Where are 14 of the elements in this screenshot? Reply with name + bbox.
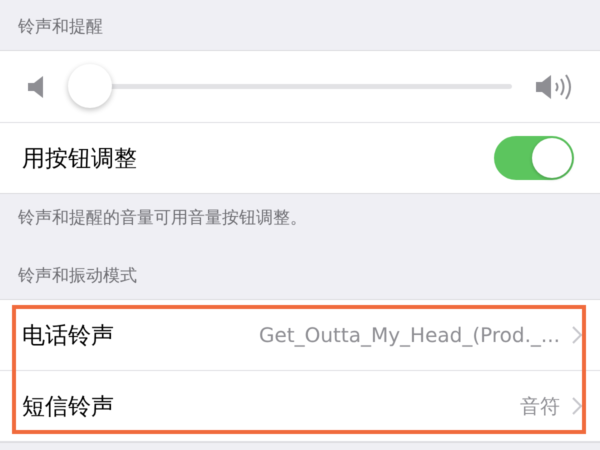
- chevron-icon: [572, 326, 582, 344]
- speaker-low-icon: [28, 76, 44, 98]
- section-header: 铃声和振动模式: [17, 265, 138, 288]
- list-item[interactable]: 电话铃声 Get_Outta_My_Head_(Prod._...: [0, 300, 600, 371]
- setting-label: 用按钮调整: [22, 144, 137, 174]
- chevron-icon: [572, 397, 582, 415]
- list-item[interactable]: 短信铃声 音符: [0, 371, 600, 442]
- toggle-switch[interactable]: [494, 136, 574, 180]
- item-value: Get_Outta_My_Head_(Prod._...: [258, 323, 560, 347]
- item-value: 音符: [519, 392, 560, 420]
- section-header: 铃声和提醒: [17, 16, 104, 39]
- section-footer: 铃声和提醒的音量可用音量按钮调整。: [0, 194, 600, 240]
- slider-thumb[interactable]: [68, 64, 112, 108]
- speaker-loud-icon: [536, 72, 574, 102]
